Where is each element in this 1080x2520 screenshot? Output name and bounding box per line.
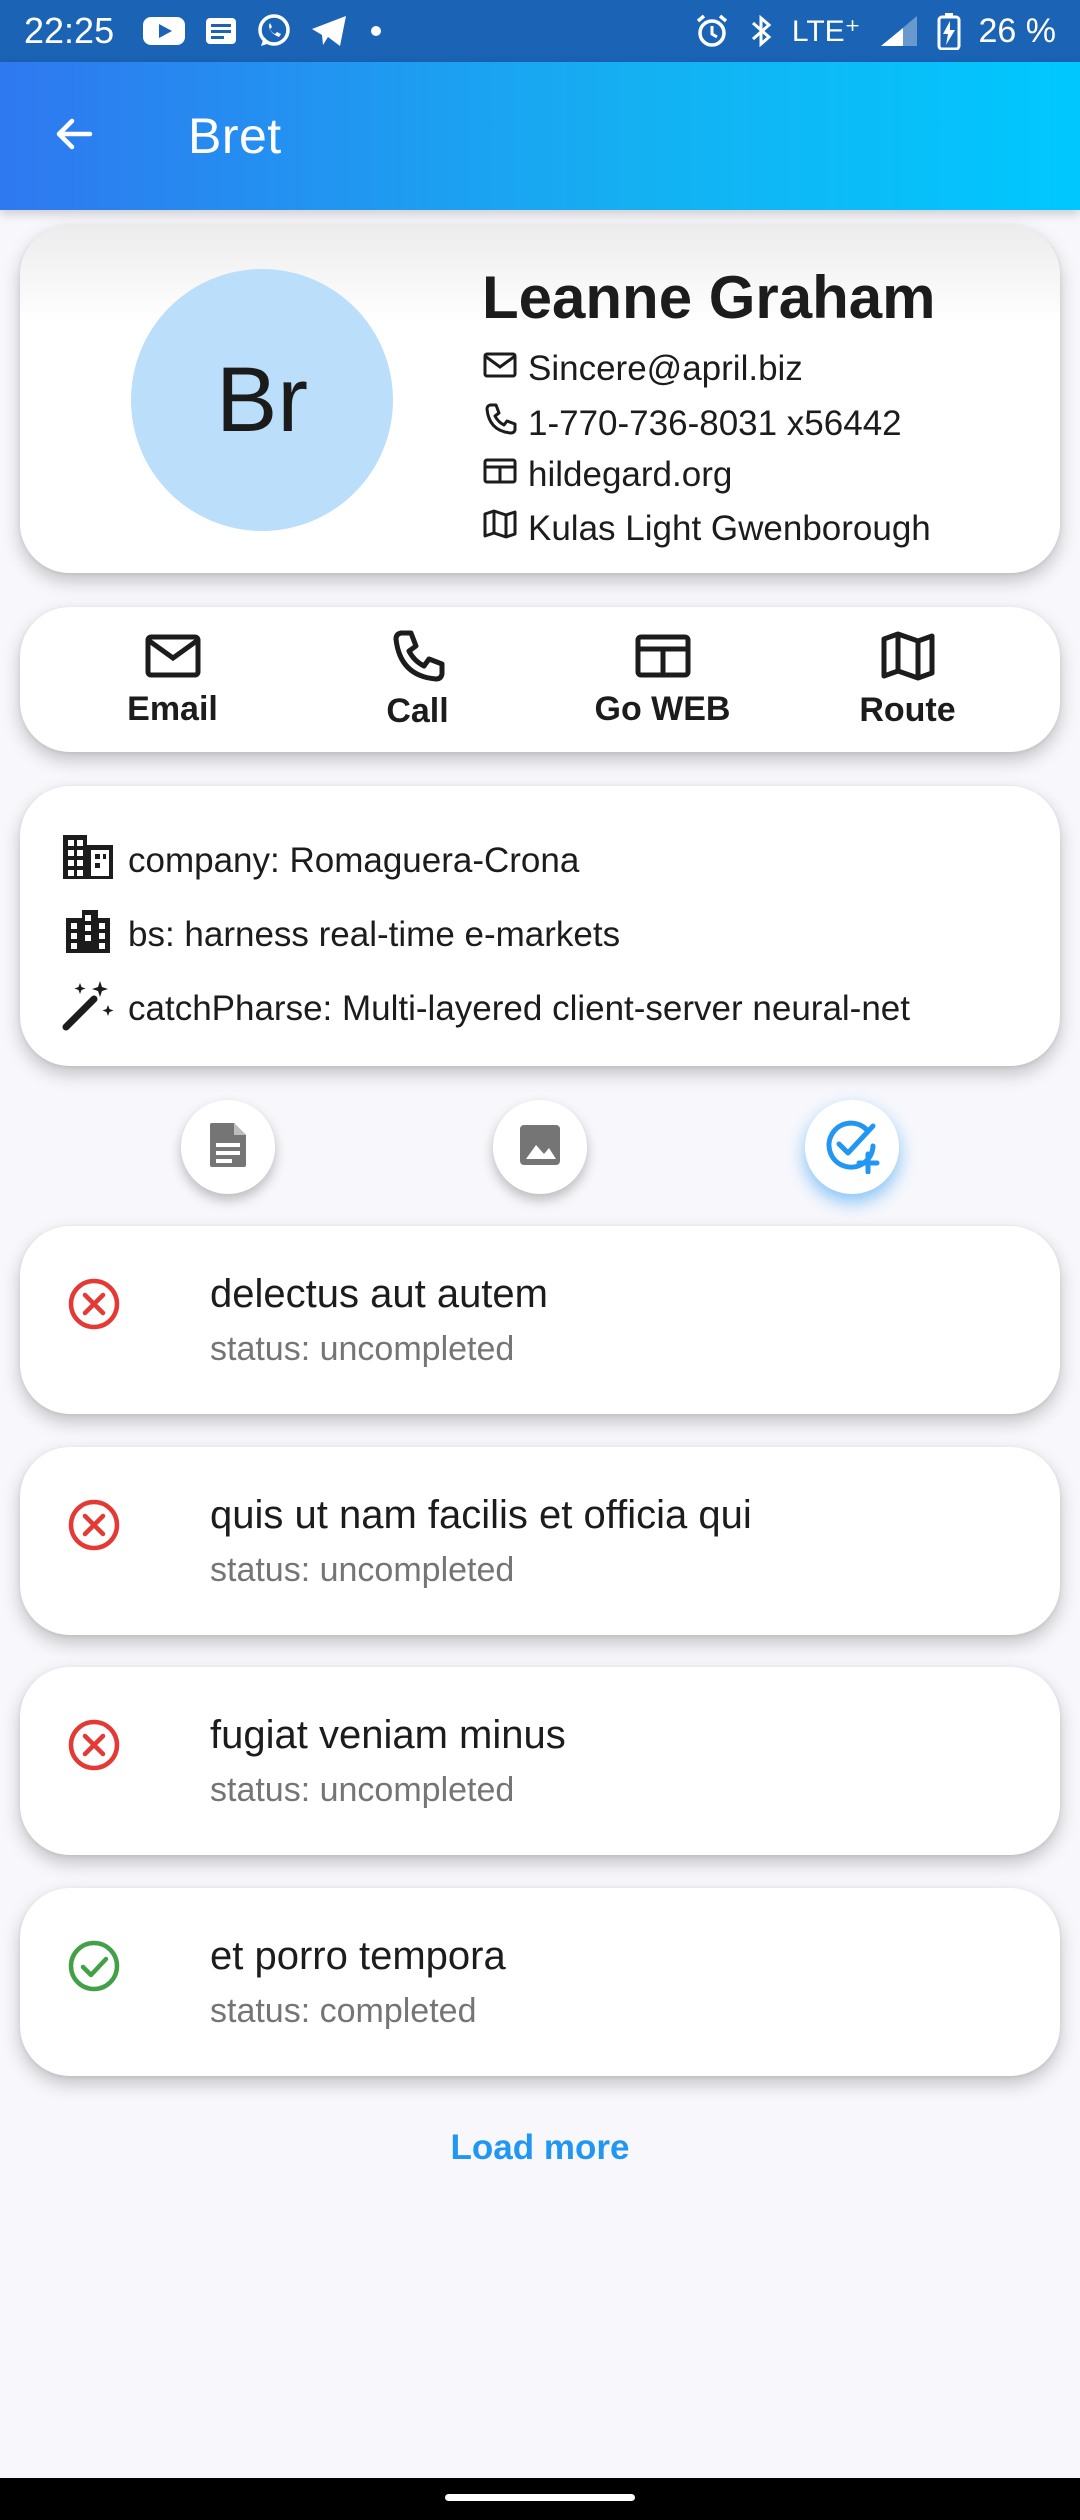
page-title: Bret <box>188 108 282 164</box>
tab-todos[interactable] <box>805 1100 899 1194</box>
battery-level: 26 % <box>978 11 1057 50</box>
alarm-icon <box>694 13 730 49</box>
company-name: company: Romaguera-Crona <box>128 841 580 880</box>
route-button[interactable]: Route <box>808 630 1008 730</box>
todo-status: status: uncompleted <box>210 1551 515 1589</box>
bluetooth-icon <box>748 13 774 49</box>
home-gesture-handle[interactable] <box>445 2494 635 2501</box>
bs-row: bs: harness real-time e-markets <box>60 898 1060 972</box>
user-email: Sincere@april.biz <box>528 349 803 388</box>
todo-item[interactable]: et porro tempora status: completed <box>20 1888 1060 2076</box>
check-circle-icon <box>66 1938 122 1999</box>
go-web-button[interactable]: Go WEB <box>563 631 763 729</box>
cancel-circle-icon <box>66 1497 122 1558</box>
signal-icon <box>879 14 919 48</box>
system-nav-bar <box>0 2478 1080 2520</box>
email-button-label: Email <box>127 689 218 728</box>
email-line: Sincere@april.biz <box>482 349 803 389</box>
profile-card: Br Leanne Graham Sincere@april.biz 1-770… <box>20 225 1060 573</box>
company-catchphrase: catchPharse: Multi-layered client-server… <box>128 989 910 1028</box>
dot-icon <box>366 21 386 41</box>
web-icon <box>482 455 528 495</box>
todo-item[interactable]: delectus aut autem status: uncompleted <box>20 1226 1060 1414</box>
phone-icon <box>389 629 447 688</box>
map-icon <box>482 508 528 549</box>
todo-status: status: completed <box>210 1992 477 2030</box>
magic-wand-icon <box>60 977 128 1042</box>
map-icon <box>879 630 937 687</box>
network-label: LTE⁺ <box>791 14 861 48</box>
company-bs: bs: harness real-time e-markets <box>128 915 621 954</box>
web-icon <box>634 631 692 686</box>
user-address: Kulas Light Gwenborough <box>528 508 931 548</box>
news-icon <box>204 15 238 47</box>
user-phone: 1-770-736-8031 x56442 <box>528 403 902 443</box>
whatsapp-icon <box>256 13 292 49</box>
tab-photos[interactable] <box>493 1100 587 1194</box>
phone-icon <box>482 402 528 445</box>
telegram-icon <box>310 14 348 48</box>
avatar: Br <box>131 269 393 531</box>
todos-icon <box>823 1116 881 1179</box>
catchphrase-row: catchPharse: Multi-layered client-server… <box>60 972 1060 1046</box>
go-web-button-label: Go WEB <box>594 689 731 728</box>
phone-line: 1-770-736-8031 x56442 <box>482 402 902 445</box>
todo-item[interactable]: quis ut nam facilis et officia qui statu… <box>20 1447 1060 1635</box>
cancel-circle-icon <box>66 1717 122 1778</box>
status-time: 22:25 <box>24 10 115 51</box>
battery-charging-icon <box>937 12 961 50</box>
domain-icon <box>60 832 128 891</box>
tab-posts[interactable] <box>181 1100 275 1194</box>
status-bar: 22:25 LTE⁺ 26 % <box>0 0 1080 62</box>
call-button-label: Call <box>386 691 449 730</box>
photos-icon <box>514 1119 566 1176</box>
todo-title: delectus aut autem <box>210 1272 548 1316</box>
load-more-button[interactable]: Load more <box>0 2128 1080 2168</box>
posts-icon <box>202 1119 254 1176</box>
user-website: hildegard.org <box>528 455 733 494</box>
website-line: hildegard.org <box>482 455 732 495</box>
youtube-icon <box>142 15 186 47</box>
todo-title: et porro tempora <box>210 1934 506 1978</box>
app-bar: Bret <box>0 62 1080 210</box>
cancel-circle-icon <box>66 1276 122 1337</box>
contact-actions-card: Email Call Go WEB Route <box>20 607 1060 752</box>
todo-status: status: uncompleted <box>210 1330 515 1368</box>
back-button[interactable] <box>24 86 124 186</box>
user-name: Leanne Graham <box>482 264 936 331</box>
mail-icon <box>144 631 202 686</box>
mail-icon <box>482 349 528 389</box>
todo-status: status: uncompleted <box>210 1771 515 1809</box>
todo-item[interactable]: fugiat veniam minus status: uncompleted <box>20 1667 1060 1855</box>
call-button[interactable]: Call <box>318 629 518 731</box>
business-icon <box>60 906 128 965</box>
address-line: Kulas Light Gwenborough <box>482 508 931 549</box>
email-button[interactable]: Email <box>73 631 273 729</box>
company-card: company: Romaguera-Crona bs: harness rea… <box>20 786 1060 1066</box>
company-row: company: Romaguera-Crona <box>60 824 1060 898</box>
arrow-back-icon <box>50 110 98 163</box>
todo-title: quis ut nam facilis et officia qui <box>210 1493 752 1537</box>
todo-title: fugiat veniam minus <box>210 1713 566 1757</box>
route-button-label: Route <box>859 690 956 729</box>
